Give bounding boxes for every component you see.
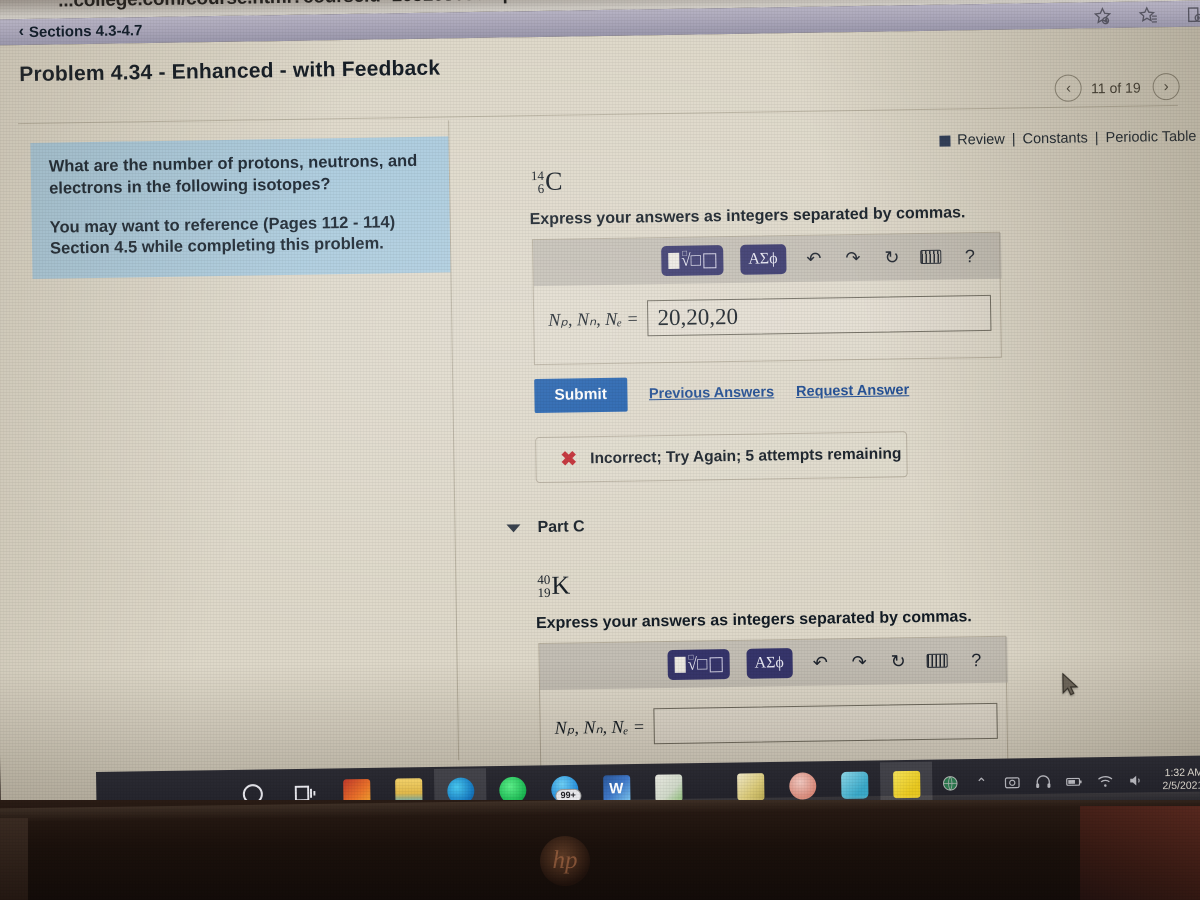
part-b-instruction: Express your answers as integers separat…	[529, 204, 966, 229]
help-icon[interactable]: ?	[965, 649, 987, 671]
hp-logo: hp	[540, 836, 590, 886]
desk-right-edge	[1080, 806, 1200, 900]
link-separator-1: |	[1011, 131, 1016, 148]
periodic-table-link[interactable]: Periodic Table	[1105, 129, 1196, 146]
favorites-list-icon[interactable]	[1138, 5, 1158, 25]
breadcrumb[interactable]: ‹ Sections 4.3-4.7	[19, 21, 143, 41]
review-square-icon	[939, 135, 951, 147]
undo-icon[interactable]: ↶	[803, 248, 825, 270]
course-page: ‹ Sections 4.3-4.7 Problem 4.34 - Enhanc…	[0, 22, 1200, 806]
desk-left-edge	[0, 818, 28, 900]
title-divider	[18, 104, 1178, 125]
error-x-icon: ✖	[560, 448, 578, 471]
part-c-answer-row: Nₚ, Nₙ, Nₑ =	[554, 702, 999, 746]
calculator-icon	[736, 772, 764, 800]
isotope-numbers: 40 19	[537, 572, 551, 601]
column-divider	[448, 120, 460, 761]
pager-position: 11 of 19	[1090, 79, 1141, 96]
laptop-bezel: hp	[0, 800, 1200, 900]
element-symbol: K	[551, 570, 571, 600]
atomic-number: 19	[537, 584, 551, 601]
part-b-answer-row: Nₚ, Nₙ, Nₑ = 20,20,20	[548, 294, 992, 338]
prompt-line-2: You may want to reference (Pages 112 - 1…	[49, 212, 396, 258]
feedback-text: Incorrect; Try Again; 5 attempts remaini…	[590, 445, 902, 468]
question-prompt-panel: What are the number of protons, neutrons…	[30, 136, 451, 280]
part-c-answer-box: □ √□ ΑΣϕ ↶ ↷ ↻ ? Nₚ, Nₙ, Nₑ =	[538, 635, 1009, 774]
back-chevron-icon[interactable]: ‹	[19, 23, 25, 41]
teams-icon	[840, 771, 868, 799]
favorite-star-icon[interactable]	[1092, 6, 1112, 26]
redo-icon[interactable]: ↷	[842, 247, 864, 269]
prompt-line-1: What are the number of protons, neutrons…	[48, 151, 418, 198]
part-c-answer-label: Nₚ, Nₙ, Nₑ =	[554, 715, 646, 738]
show-hidden-icons-chevron[interactable]: ⌃	[972, 774, 990, 792]
keyboard-icon[interactable]	[926, 650, 948, 672]
math-template-button[interactable]: □ √□	[667, 649, 730, 681]
help-icon[interactable]: ?	[959, 245, 981, 267]
redo-icon[interactable]: ↷	[848, 651, 870, 673]
filled-box-icon	[674, 656, 686, 673]
notes-app-icon	[892, 770, 920, 798]
empty-box-icon	[702, 252, 717, 268]
filled-box-icon	[668, 252, 680, 269]
previous-answers-link[interactable]: Previous Answers	[649, 384, 774, 402]
mouse-cursor	[1062, 672, 1079, 696]
isotope-notation-carbon14: 14 6 C	[531, 167, 563, 197]
part-c-instruction: Express your answers as integers separat…	[535, 608, 972, 633]
submit-button[interactable]: Submit	[534, 377, 628, 414]
radical-icon: □ √□	[681, 248, 702, 270]
part-b-math-toolbar: □ √□ ΑΣϕ ↶ ↷ ↻ ?	[532, 232, 1002, 287]
greek-symbols-button[interactable]: ΑΣϕ	[746, 648, 793, 679]
wifi-icon[interactable]	[1096, 772, 1114, 790]
previous-problem-button[interactable]: ‹	[1054, 74, 1083, 102]
review-link[interactable]: Review	[957, 132, 1005, 149]
element-symbol: C	[544, 166, 563, 196]
atomic-number: 6	[537, 180, 545, 197]
math-template-button[interactable]: □ √□	[661, 245, 724, 277]
isotope-notation-potassium40: 40 19 K	[537, 571, 570, 602]
reset-icon[interactable]: ↻	[881, 246, 903, 268]
reset-icon[interactable]: ↻	[887, 650, 909, 672]
part-c-math-toolbar: □ √□ ΑΣϕ ↶ ↷ ↻ ?	[539, 636, 1008, 691]
keyboard-icon[interactable]	[920, 246, 942, 268]
undo-icon[interactable]: ↶	[809, 651, 831, 673]
part-c-answer-input[interactable]	[653, 702, 999, 745]
next-problem-button[interactable]: ›	[1152, 72, 1180, 101]
battery-icon[interactable]	[1065, 772, 1083, 790]
clock-time: 1:32 AM	[1164, 766, 1200, 780]
part-b-answer-input[interactable]: 20,20,20	[647, 294, 992, 337]
isotope-numbers: 14 6	[531, 168, 545, 197]
radical-icon: □ √□	[687, 652, 708, 674]
collapse-triangle-icon[interactable]	[506, 524, 521, 533]
photographed-laptop-screen: ...college.com/course.html?courseId=1651…	[0, 0, 1200, 900]
part-b-answer-box: □ √□ ΑΣϕ ↶ ↷ ↻ ? Nₚ, Nₙ, Nₑ = 20,20,20	[531, 231, 1002, 366]
screen-area: ...college.com/course.html?courseId=1651…	[0, 0, 1200, 806]
constants-link[interactable]: Constants	[1022, 130, 1088, 147]
greek-symbols-button[interactable]: ΑΣϕ	[739, 244, 787, 275]
empty-box-icon	[709, 656, 723, 672]
incorrect-feedback-banner: ✖ Incorrect; Try Again; 5 attempts remai…	[535, 431, 908, 484]
messenger-icon: 99+	[550, 775, 582, 803]
collections-icon[interactable]	[1184, 5, 1200, 25]
problem-pager: ‹ 11 of 19 ›	[1054, 72, 1180, 102]
link-separator-2: |	[1094, 130, 1099, 147]
microsoft-excel-icon	[654, 773, 682, 802]
part-b-button-row: Submit Previous Answers Request Answer	[534, 373, 909, 414]
page-title: Problem 4.34 - Enhanced - with Feedback	[19, 56, 441, 87]
part-b-answer-label: Nₚ, Nₙ, Nₑ =	[548, 307, 639, 330]
zoom-app-icon	[788, 771, 816, 800]
review-constants-periodic-links: Review | Constants | Periodic Table	[939, 129, 1197, 149]
part-c-label: Part C	[537, 518, 585, 537]
screenshot-icon[interactable]	[1003, 773, 1021, 791]
request-answer-link[interactable]: Request Answer	[796, 382, 909, 400]
headphones-icon[interactable]	[1034, 773, 1052, 791]
browser-action-icons	[1092, 3, 1200, 29]
globe-icon[interactable]	[941, 774, 959, 792]
taskbar-clock[interactable]: 1:32 AM 2/5/2021	[1162, 766, 1200, 793]
part-c-header[interactable]: Part C	[506, 518, 585, 537]
breadcrumb-label: Sections 4.3-4.7	[28, 21, 143, 41]
microsoft-word-icon: W	[602, 774, 630, 802]
volume-icon[interactable]	[1127, 771, 1145, 789]
